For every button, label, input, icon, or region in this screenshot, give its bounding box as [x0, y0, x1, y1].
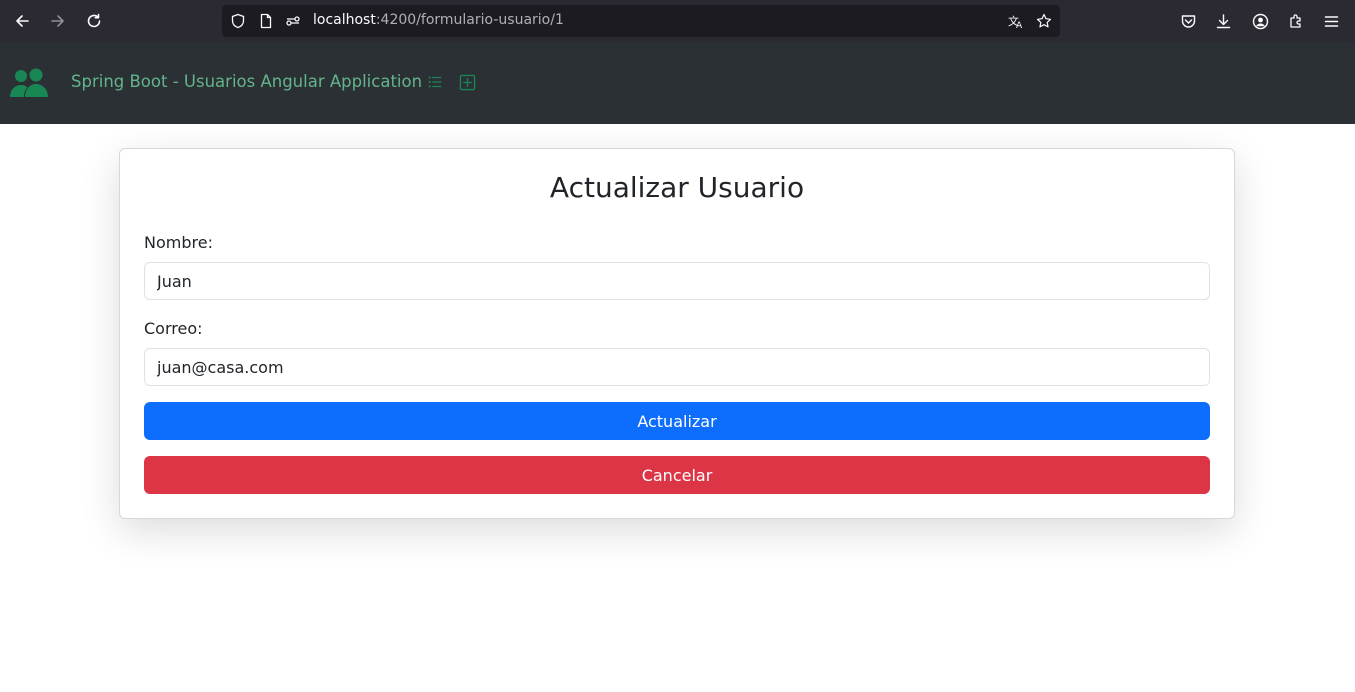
list-icon[interactable]: [426, 73, 444, 91]
plus-square-icon[interactable]: [458, 73, 476, 91]
brand-title[interactable]: Spring Boot - Usuarios Angular Applicati…: [71, 72, 422, 91]
reload-icon[interactable]: [82, 9, 106, 33]
extensions-icon[interactable]: [1286, 11, 1306, 31]
menu-icon[interactable]: [1321, 11, 1341, 31]
shield-icon[interactable]: [230, 13, 246, 29]
translate-icon[interactable]: 文A: [1008, 13, 1024, 29]
svg-text:A: A: [1016, 21, 1023, 29]
back-icon[interactable]: [10, 9, 34, 33]
pocket-icon[interactable]: [1178, 11, 1198, 31]
app-navbar: Spring Boot - Usuarios Angular Applicati…: [0, 42, 1355, 124]
url-bar[interactable]: localhost:4200/formulario-usuario/1 文A: [222, 5, 1060, 37]
cancelar-button[interactable]: Cancelar: [144, 456, 1210, 494]
nombre-label: Nombre:: [144, 233, 213, 252]
downloads-icon[interactable]: [1213, 11, 1233, 31]
page-icon[interactable]: [258, 13, 274, 29]
browser-toolbar: localhost:4200/formulario-usuario/1 文A: [0, 0, 1355, 42]
update-user-card: Actualizar Usuario Nombre: Correo: Actua…: [119, 148, 1235, 519]
correo-input[interactable]: [144, 348, 1210, 386]
correo-label: Correo:: [144, 319, 203, 338]
actualizar-button[interactable]: Actualizar: [144, 402, 1210, 440]
bookmark-star-icon[interactable]: [1036, 13, 1052, 29]
users-icon[interactable]: [10, 67, 48, 99]
forward-icon[interactable]: [46, 9, 70, 33]
permissions-icon[interactable]: [285, 13, 301, 29]
page-title: Actualizar Usuario: [549, 171, 805, 204]
url-text[interactable]: localhost:4200/formulario-usuario/1: [313, 12, 564, 28]
account-icon[interactable]: [1250, 11, 1270, 31]
nombre-input[interactable]: [144, 262, 1210, 300]
